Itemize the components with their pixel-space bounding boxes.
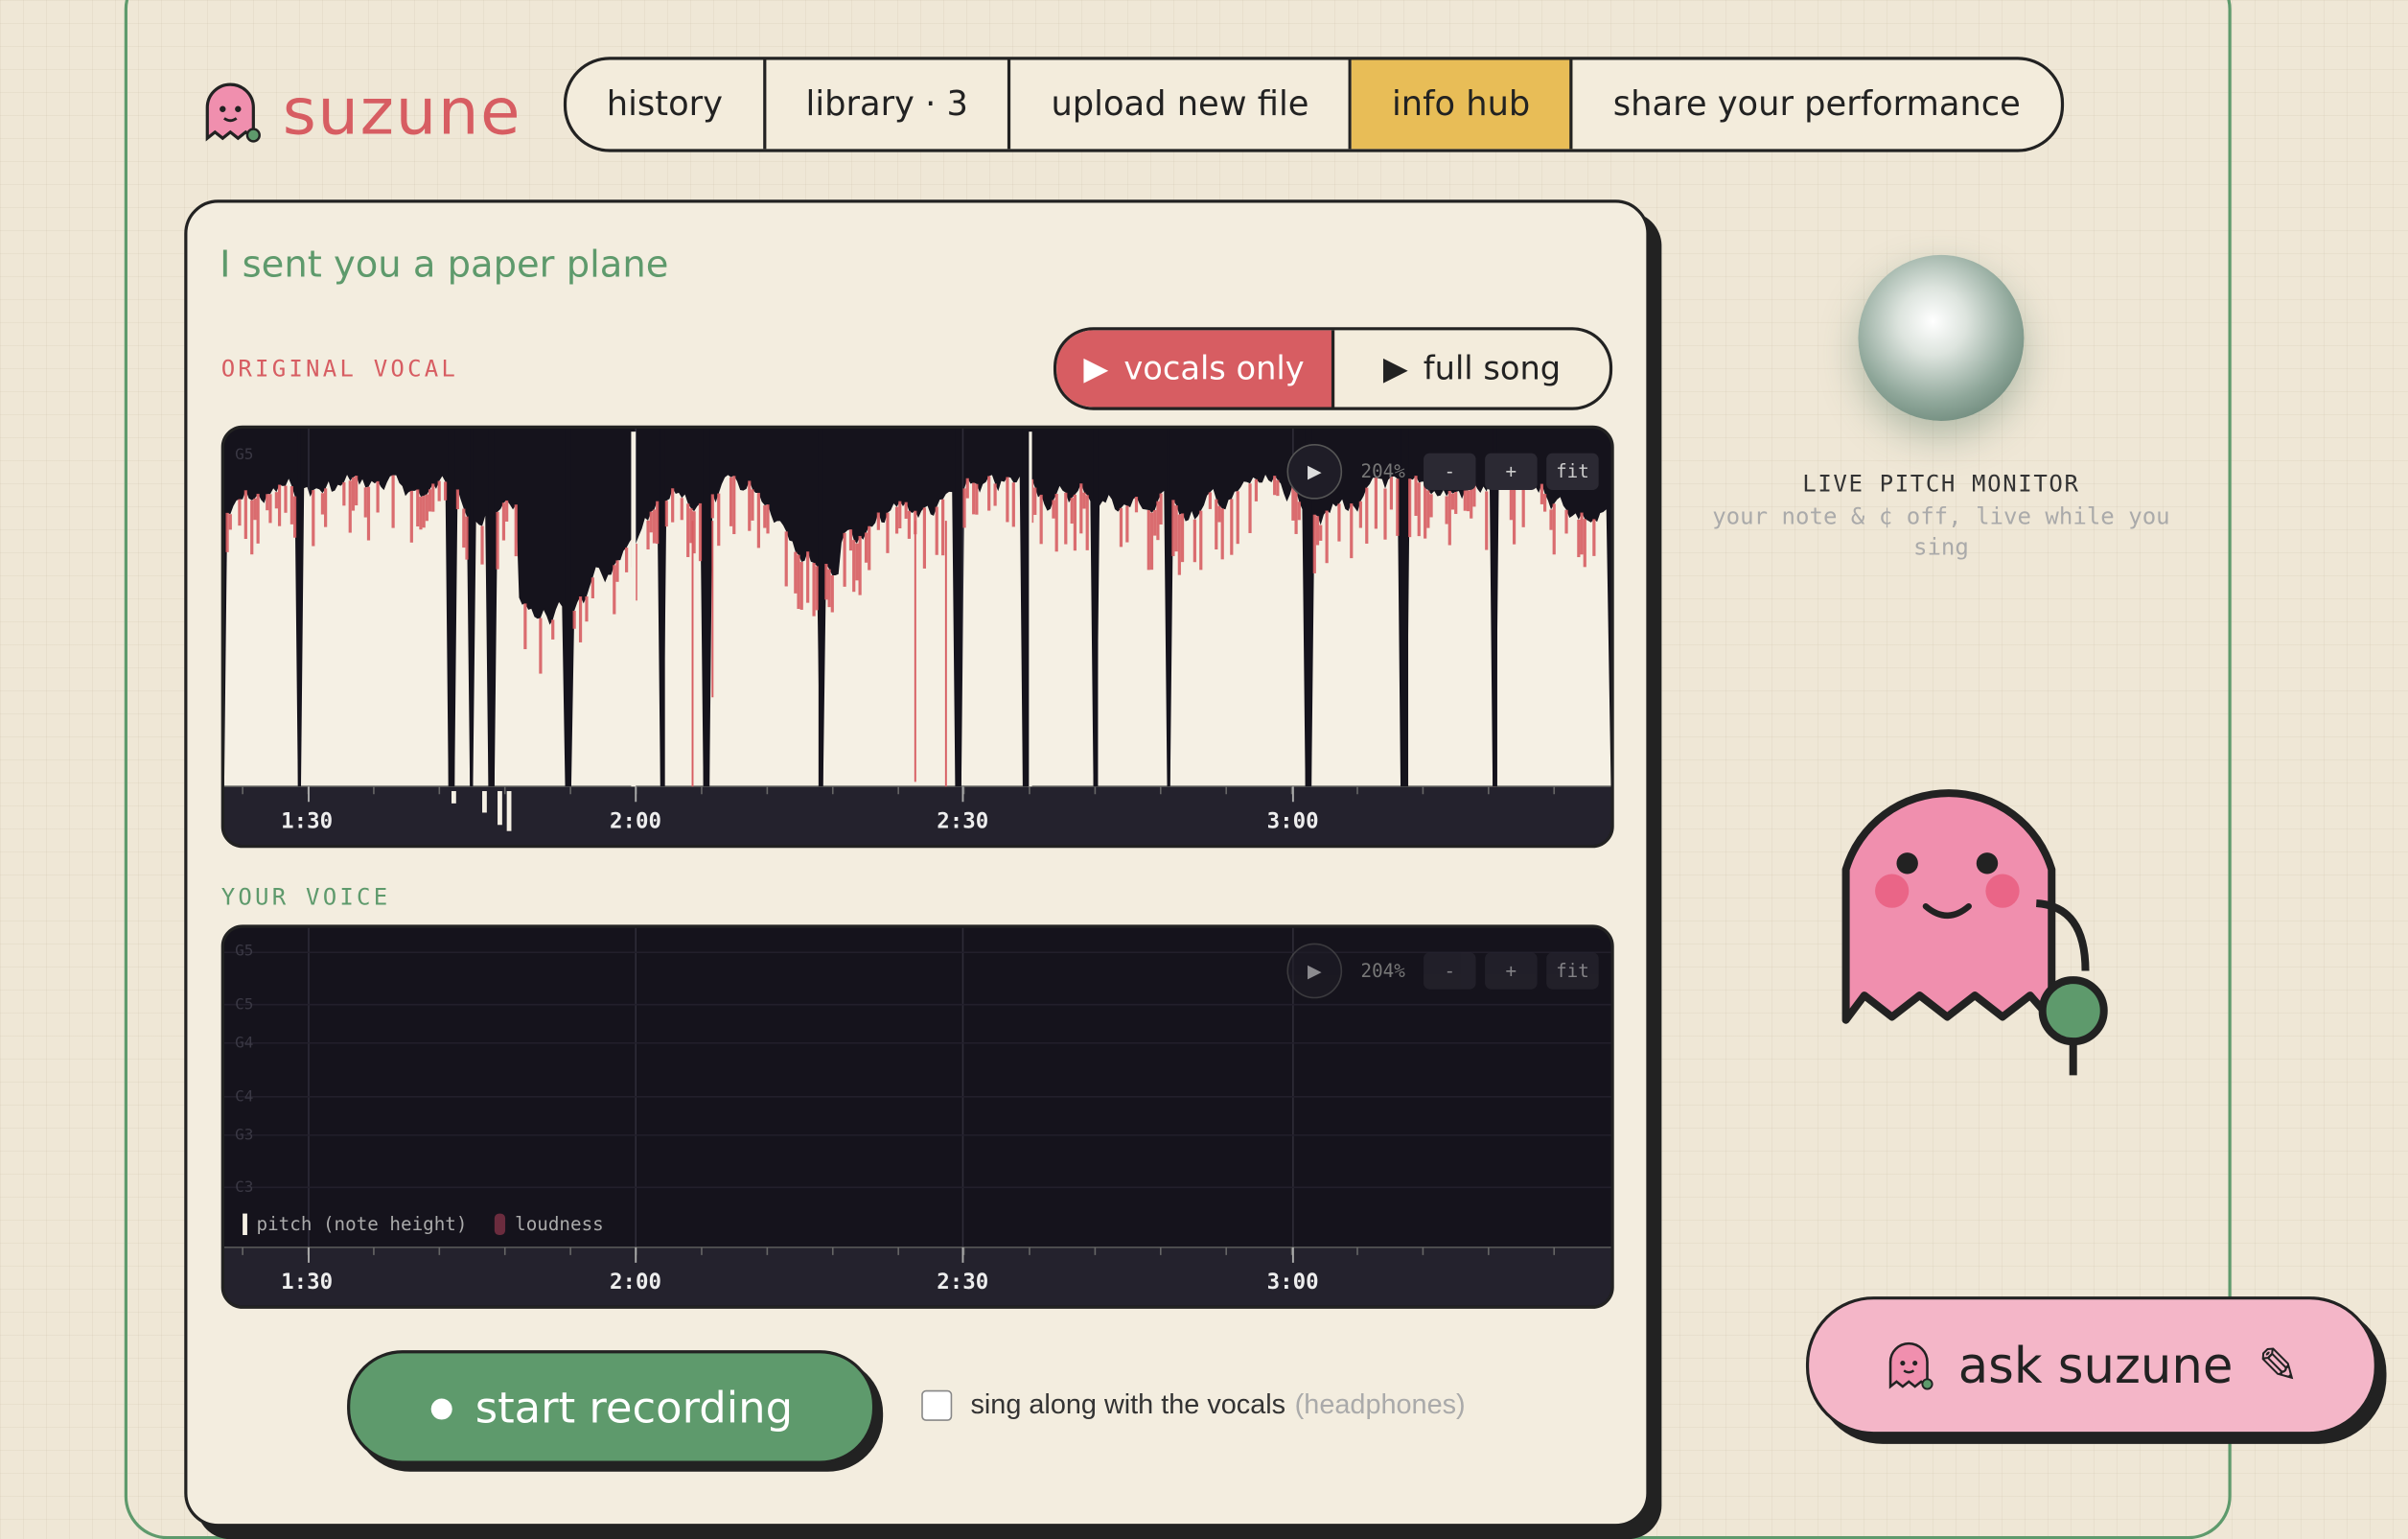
- original-vocal-graph[interactable]: G5 ▶ 204% - + fit 1:30 2:00 2:30 3:00: [220, 425, 1614, 849]
- original-zoom-level: 204%: [1360, 460, 1405, 483]
- your-voice-graph-controls: ▶ 204% - + fit: [1286, 943, 1599, 999]
- sing-along-checkbox[interactable]: [921, 1389, 953, 1421]
- playback-toggle: ▶ vocals only ▶ full song: [1053, 327, 1613, 410]
- top-nav: history library · 3 upload new file info…: [563, 57, 2064, 152]
- time-tick: 1:30: [281, 1270, 334, 1295]
- time-tick: 2:30: [937, 809, 989, 834]
- vocals-only-button[interactable]: ▶ vocals only: [1056, 330, 1335, 408]
- sing-along-hint: (headphones): [1294, 1388, 1466, 1420]
- start-recording-label: start recording: [475, 1381, 794, 1433]
- nav-library[interactable]: library · 3: [766, 59, 1011, 150]
- time-tick: 3:00: [1266, 1270, 1319, 1295]
- note-label-g5: G5: [235, 943, 254, 961]
- note-label-g5: G5: [235, 447, 254, 464]
- ask-suzune-label: ask suzune: [1957, 1336, 2234, 1395]
- sing-along-label: sing along with the vocals: [970, 1388, 1286, 1420]
- time-tick: 2:00: [609, 1270, 662, 1295]
- play-icon: ▶: [1083, 350, 1109, 387]
- your-voice-graph[interactable]: G5 C5 G4 C4 G3 C3 ▶ 204% - + fit pitch (…: [220, 924, 1614, 1309]
- ghost-logo-icon: [1888, 1341, 1933, 1390]
- full-song-label: full song: [1423, 350, 1562, 387]
- pencil-icon: ✎: [2258, 1336, 2300, 1395]
- your-voice-label: YOUR VOICE: [220, 883, 391, 911]
- app-name: suzune: [282, 73, 522, 150]
- your-voice-zoom-in-button[interactable]: +: [1485, 952, 1538, 990]
- song-title: I sent you a paper plane: [220, 243, 669, 286]
- play-icon: ▶: [1382, 350, 1408, 387]
- loudness-legend-label: loudness: [515, 1213, 604, 1236]
- time-tick: 1:30: [281, 809, 334, 834]
- your-voice-zoom-level: 204%: [1360, 960, 1405, 982]
- pitch-legend-label: pitch (note height): [256, 1213, 468, 1236]
- ghost-logo-icon: [205, 82, 261, 142]
- ghost-mascot-icon: [1841, 789, 2108, 1076]
- time-tick: 2:00: [609, 809, 662, 834]
- original-zoom-in-button[interactable]: +: [1485, 453, 1538, 491]
- time-tick: 2:30: [937, 1270, 989, 1295]
- app-logo[interactable]: suzune: [199, 74, 521, 149]
- original-fit-button[interactable]: fit: [1546, 453, 1599, 491]
- original-zoom-out-button[interactable]: -: [1424, 453, 1476, 491]
- your-voice-play-button[interactable]: ▶: [1286, 943, 1343, 999]
- record-dot-icon: ●: [429, 1390, 454, 1424]
- pitch-monitor-orb: [1858, 254, 2025, 421]
- pitch-legend-swatch: [243, 1213, 247, 1236]
- pitch-monitor-subtitle: your note & ¢ off, live while you sing: [1712, 501, 2170, 561]
- note-label-g4: G4: [235, 1035, 254, 1053]
- time-tick: 3:00: [1266, 809, 1319, 834]
- nav-history[interactable]: history: [567, 59, 766, 150]
- your-voice-zoom-out-button[interactable]: -: [1424, 952, 1476, 990]
- vocals-only-label: vocals only: [1123, 350, 1305, 387]
- nav-share[interactable]: share your performance: [1573, 59, 2060, 149]
- full-song-button[interactable]: ▶ full song: [1334, 330, 1609, 407]
- graph-legend: pitch (note height) loudness: [243, 1213, 604, 1236]
- pitch-monitor-title: LIVE PITCH MONITOR: [1802, 470, 2080, 499]
- loudness-legend-swatch: [495, 1213, 506, 1236]
- sing-along-option[interactable]: sing along with the vocals (headphones): [921, 1388, 1466, 1421]
- note-label-c5: C5: [235, 996, 254, 1014]
- note-label-g3: G3: [235, 1127, 254, 1145]
- original-graph-controls: ▶ 204% - + fit: [1286, 443, 1599, 500]
- nav-upload[interactable]: upload new file: [1011, 59, 1353, 150]
- your-voice-fit-button[interactable]: fit: [1546, 952, 1599, 990]
- nav-info-hub[interactable]: info hub: [1352, 59, 1574, 150]
- original-vocal-label: ORIGINAL VOCAL: [220, 355, 459, 383]
- note-label-c3: C3: [235, 1179, 254, 1197]
- original-play-button[interactable]: ▶: [1286, 443, 1343, 500]
- note-label-c4: C4: [235, 1088, 254, 1107]
- ask-suzune-button[interactable]: ask suzune ✎: [1805, 1296, 2377, 1435]
- start-recording-button[interactable]: ● start recording: [347, 1350, 876, 1464]
